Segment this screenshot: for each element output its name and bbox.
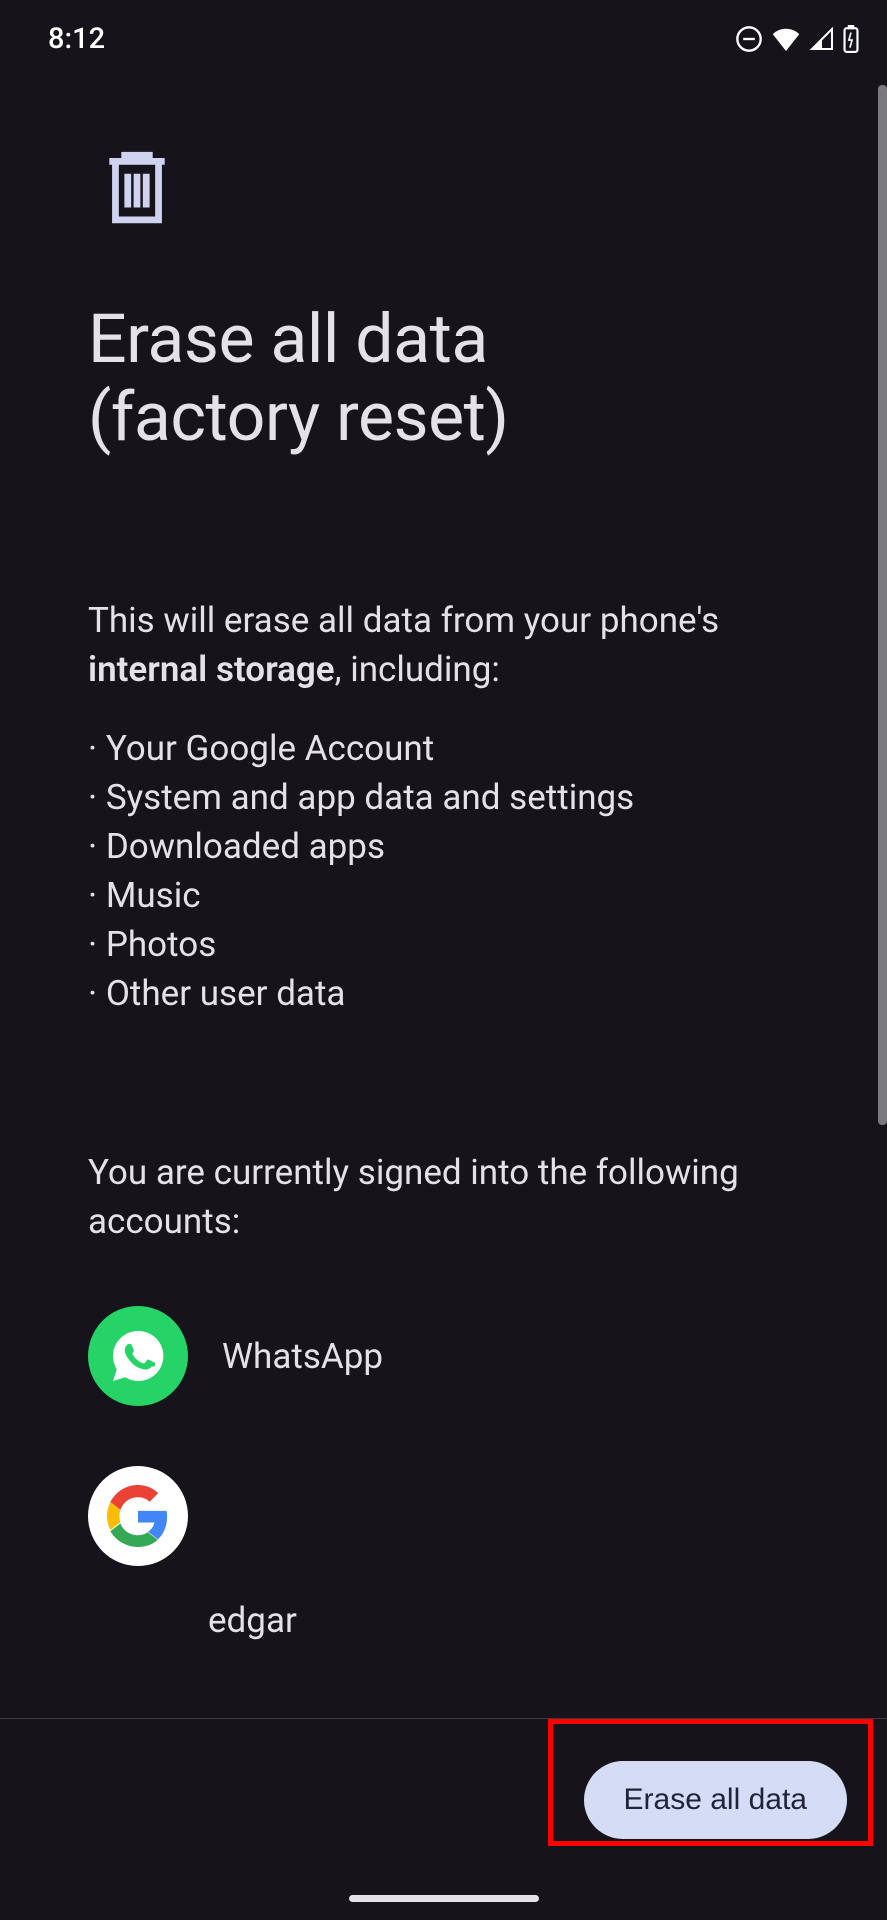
scrollbar[interactable] [878,85,887,1125]
status-time: 8:12 [48,22,105,56]
bullet-list: Your Google Account System and app data … [88,724,799,1018]
list-item: Downloaded apps [88,822,799,871]
account-row-text: edgar [208,1600,799,1641]
accounts-signed-in-text: You are currently signed into the follow… [88,1148,799,1246]
account-name: WhatsApp [222,1336,383,1377]
description-text: This will erase all data from your phone… [88,596,799,694]
main-content: Erase all data (factory reset) This will… [0,56,887,1641]
list-item: Music [88,871,799,920]
list-item: System and app data and settings [88,773,799,822]
list-item: Other user data [88,969,799,1018]
bottom-action-bar: Erase all data [0,1718,887,1920]
trash-icon [100,146,799,230]
erase-all-data-button[interactable]: Erase all data [584,1761,847,1839]
account-row-whatsapp: WhatsApp [88,1306,799,1406]
do-not-disturb-icon [735,25,763,53]
google-icon [88,1466,188,1566]
navigation-handle[interactable] [349,1895,539,1902]
account-row-google [88,1466,799,1566]
status-bar: 8:12 [0,0,887,56]
battery-charging-icon [843,25,859,53]
signal-icon [809,27,835,51]
account-name: edgar [208,1600,297,1641]
whatsapp-icon [88,1306,188,1406]
page-title: Erase all data (factory reset) [88,300,799,456]
status-indicators [735,25,859,53]
list-item: Photos [88,920,799,969]
list-item: Your Google Account [88,724,799,773]
wifi-icon [771,27,801,51]
